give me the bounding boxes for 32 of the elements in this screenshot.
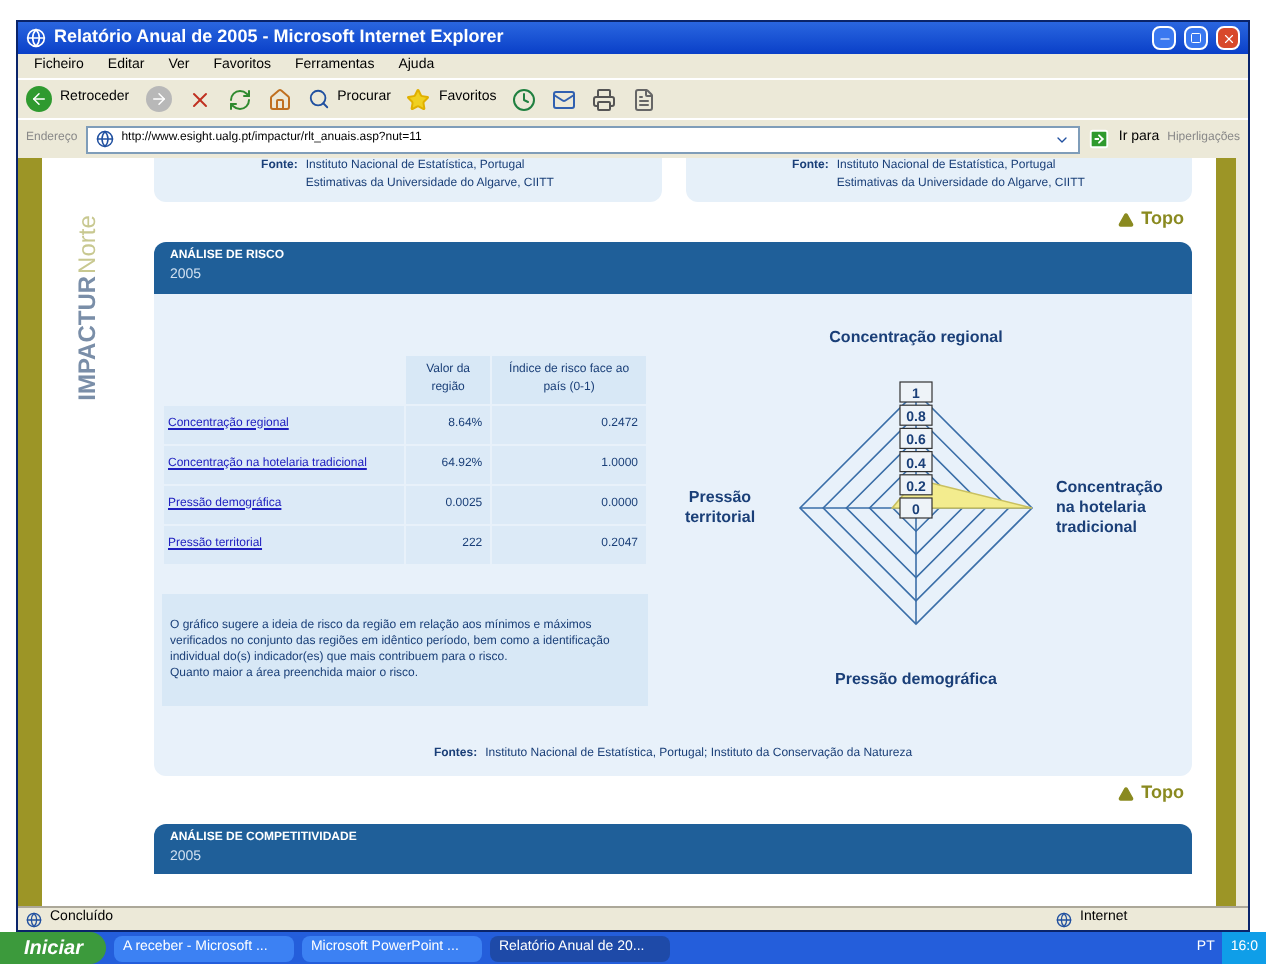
start-button[interactable]: Iniciar: [0, 932, 107, 964]
triangle-icon: [1117, 785, 1134, 801]
page-icon: [26, 911, 42, 927]
stop-icon[interactable]: [187, 87, 212, 111]
mail-icon[interactable]: [552, 87, 577, 111]
maximize-icon: [1190, 32, 1202, 44]
axis-label: Pressão demográfica: [833, 670, 999, 691]
refresh-icon[interactable]: [227, 87, 252, 111]
home-icon[interactable]: [267, 87, 292, 111]
maximize-button[interactable]: [1184, 26, 1208, 50]
search-icon: [307, 88, 330, 110]
minimize-button[interactable]: [1152, 26, 1176, 50]
axis-label: Concentração na hotelaria tradicional: [1056, 478, 1165, 539]
star-icon: [406, 87, 431, 111]
top-link[interactable]: Topo: [1141, 206, 1184, 234]
logo-text: IMPACTUR: [70, 275, 102, 401]
page-icon: [95, 130, 114, 148]
axis-label: Pressão territorial: [682, 488, 758, 529]
axis-label: Concentração regional: [827, 327, 1005, 348]
history-icon[interactable]: [512, 87, 537, 111]
top-link[interactable]: Topo: [1141, 779, 1184, 807]
close-icon: [1221, 31, 1235, 45]
logo-text: Norte: [70, 215, 102, 274]
edit-icon[interactable]: [632, 87, 657, 111]
close-button[interactable]: [1216, 26, 1240, 50]
globe-icon: [1056, 911, 1072, 927]
window-title: Relatório Anual de 2005 - Microsoft Internet Explorer: [54, 24, 506, 51]
go-icon: [1088, 128, 1111, 150]
app-icon: [26, 28, 46, 48]
print-icon[interactable]: [592, 87, 617, 111]
triangle-icon: [1117, 212, 1134, 228]
back-icon: [26, 86, 52, 112]
